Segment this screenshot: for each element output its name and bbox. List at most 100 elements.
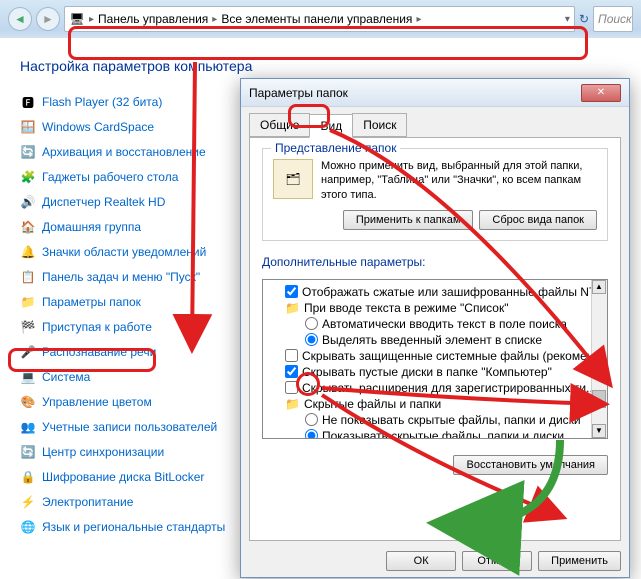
control-panel-icon: 🖥 <box>69 11 85 27</box>
link-label: Приступая к работе <box>42 320 152 334</box>
tree-item[interactable]: 📁При вводе текста в режиме "Список" <box>265 300 605 316</box>
link-icon: 🔊 <box>20 194 36 210</box>
link-label: Язык и региональные стандарты <box>42 520 225 534</box>
link-icon: 🏁 <box>20 319 36 335</box>
ok-button[interactable]: ОК <box>386 551 456 571</box>
tree-radio[interactable] <box>305 429 318 439</box>
link-label: Домашняя группа <box>42 220 141 234</box>
link-label: Flash Player (32 бита) <box>42 95 162 109</box>
tree-label: Не показывать скрытые файлы, папки и дис… <box>322 413 581 427</box>
tree-item[interactable]: Скрывать пустые диски в папке "Компьютер… <box>265 364 605 380</box>
link-label: Параметры папок <box>42 295 141 309</box>
tree-label: Скрывать пустые диски в папке "Компьютер… <box>302 365 552 379</box>
tree-item[interactable]: Скрывать расширения для зарегистрированн… <box>265 380 605 396</box>
chevron-right-icon: ▸ <box>89 14 94 25</box>
link-label: Архивация и восстановление <box>42 145 206 159</box>
link-label: Гаджеты рабочего стола <box>42 170 178 184</box>
tree-item[interactable]: Показывать скрытые файлы, папки и диски <box>265 428 605 439</box>
apply-to-folders-button[interactable]: Применить к папкам <box>343 210 474 230</box>
link-label: Управление цветом <box>42 395 152 409</box>
tree-item[interactable]: Автоматически вводить текст в поле поиск… <box>265 316 605 332</box>
tree-item[interactable]: 📁 Скрытые файлы и папки <box>265 396 605 412</box>
tree-checkbox[interactable] <box>285 285 298 298</box>
link-icon: 🔒 <box>20 469 36 485</box>
forward-button[interactable]: ► <box>36 7 60 31</box>
tree-checkbox[interactable] <box>285 349 298 362</box>
page-title: Настройка параметров компьютера <box>20 58 631 74</box>
scrollbar[interactable]: ▲ ▼ <box>591 280 607 438</box>
tree-label: Скрытые файлы и папки <box>304 397 441 411</box>
tree-label: Отображать сжатые или зашифрованные файл… <box>302 285 608 299</box>
scroll-down-icon[interactable]: ▼ <box>592 424 606 438</box>
tab-general[interactable]: Общие <box>249 113 310 137</box>
link-icon: 🎤 <box>20 344 36 360</box>
tree-label: Автоматически вводить текст в поле поиск… <box>322 317 567 331</box>
link-icon: 🌐 <box>20 519 36 535</box>
tab-strip: Общие Вид Поиск <box>249 113 621 138</box>
breadcrumb-item[interactable]: Все элементы панели управления <box>221 12 412 26</box>
tree-label: Скрывать защищенные системные файлы (рек… <box>302 349 603 363</box>
link-label: Диспетчер Realtek HD <box>42 195 165 209</box>
link-label: Распознавание речи <box>42 345 156 359</box>
advanced-label: Дополнительные параметры: <box>262 255 608 269</box>
breadcrumb[interactable]: 🖥 ▸ Панель управления ▸ Все элементы пан… <box>64 6 575 32</box>
chevron-right-icon: ▸ <box>416 14 421 25</box>
tree-item[interactable]: Отображать сжатые или зашифрованные файл… <box>265 284 605 300</box>
tree-radio[interactable] <box>305 333 318 346</box>
folder-view-icon: 🗂 <box>273 159 313 199</box>
reset-folders-button[interactable]: Сброс вида папок <box>479 210 597 230</box>
search-input[interactable]: Поиск <box>593 6 633 32</box>
tree-label: При вводе текста в режиме "Список" <box>304 301 509 315</box>
advanced-tree[interactable]: Отображать сжатые или зашифрованные файл… <box>262 279 608 439</box>
apply-button[interactable]: Применить <box>538 551 621 571</box>
refresh-icon[interactable]: ↻ <box>579 12 589 26</box>
link-label: Шифрование диска BitLocker <box>42 470 204 484</box>
cancel-button[interactable]: Отмена <box>462 551 532 571</box>
tree-checkbox[interactable] <box>285 365 298 378</box>
link-icon: 📁 <box>20 294 36 310</box>
link-icon: 🅵 <box>20 94 36 110</box>
link-icon: 👥 <box>20 419 36 435</box>
folder-icon: 📁 <box>285 397 300 411</box>
tree-label: Показывать скрытые файлы, папки и диски <box>322 429 564 439</box>
link-icon: 🪟 <box>20 119 36 135</box>
restore-defaults-button[interactable]: Восстановить умолчания <box>453 455 608 475</box>
scroll-thumb[interactable] <box>592 390 606 408</box>
link-label: Центр синхронизации <box>42 445 164 459</box>
close-button[interactable]: ✕ <box>581 84 621 102</box>
tab-view[interactable]: Вид <box>309 114 353 138</box>
breadcrumb-item[interactable]: Панель управления <box>98 12 208 26</box>
link-icon: 🔔 <box>20 244 36 260</box>
tree-label: Выделять введенный элемент в списке <box>322 333 542 347</box>
link-label: Система <box>42 370 90 384</box>
tab-search[interactable]: Поиск <box>352 113 407 137</box>
tree-radio[interactable] <box>305 317 318 330</box>
tree-item[interactable]: Не показывать скрытые файлы, папки и дис… <box>265 412 605 428</box>
tree-item[interactable]: Скрывать защищенные системные файлы (рек… <box>265 348 605 364</box>
tree-checkbox[interactable] <box>285 381 298 394</box>
link-icon: 🔄 <box>20 144 36 160</box>
dialog-title-text: Параметры папок <box>249 86 581 100</box>
scroll-up-icon[interactable]: ▲ <box>592 280 606 294</box>
nav-bar: ◄ ► 🖥 ▸ Панель управления ▸ Все элементы… <box>0 0 641 38</box>
link-label: Учетные записи пользователей <box>42 420 217 434</box>
tree-item[interactable]: Выделять введенный элемент в списке <box>265 332 605 348</box>
link-label: Значки области уведомлений <box>42 245 206 259</box>
link-label: Панель задач и меню "Пуск" <box>42 270 200 284</box>
view-groupbox: Представление папок 🗂 Можно применить ви… <box>262 148 608 241</box>
dialog-titlebar[interactable]: Параметры папок ✕ <box>241 79 629 107</box>
groupbox-title: Представление папок <box>271 141 400 155</box>
folder-options-dialog: Параметры папок ✕ Общие Вид Поиск Предст… <box>240 78 630 578</box>
back-button[interactable]: ◄ <box>8 7 32 31</box>
link-icon: 🎨 <box>20 394 36 410</box>
view-description: Можно применить вид, выбранный для этой … <box>321 159 597 202</box>
tree-radio[interactable] <box>305 413 318 426</box>
link-icon: 🔄 <box>20 444 36 460</box>
tree-label: Скрывать расширения для зарегистрированн… <box>302 381 596 395</box>
link-icon: ⚡ <box>20 494 36 510</box>
link-icon: 📋 <box>20 269 36 285</box>
link-icon: 🧩 <box>20 169 36 185</box>
chevron-right-icon: ▸ <box>212 14 217 25</box>
dropdown-icon[interactable]: ▾ <box>565 14 570 25</box>
link-icon: 💻 <box>20 369 36 385</box>
